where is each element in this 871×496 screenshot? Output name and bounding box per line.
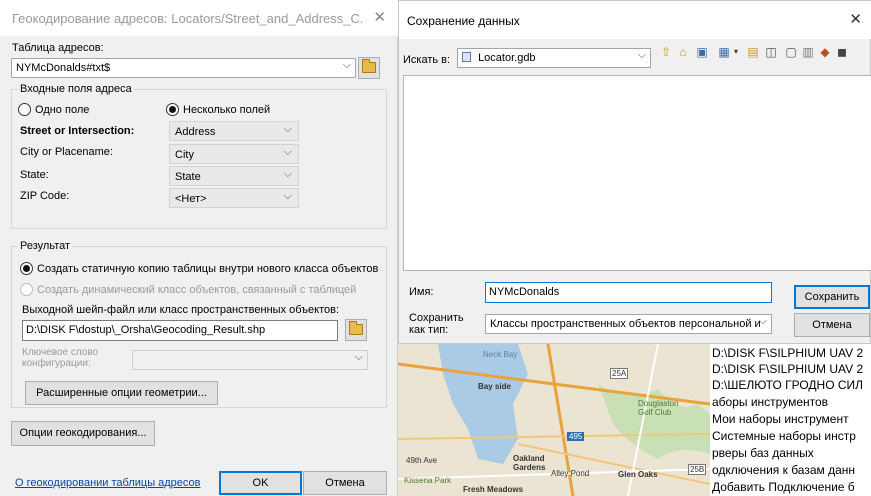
name-label: Имя: bbox=[409, 286, 434, 298]
map-label: Glen Oaks bbox=[618, 470, 658, 479]
chevron-down-icon: ⌵ bbox=[354, 351, 363, 363]
output-label: Выходной шейп-файл или класс пространств… bbox=[22, 304, 340, 316]
catalog-item[interactable]: аборы инструментов bbox=[712, 395, 828, 409]
save-button[interactable]: Сохранить bbox=[794, 285, 870, 309]
chevron-down-icon: ⌵ bbox=[283, 168, 292, 180]
map-label: Oakland Gardens bbox=[513, 454, 546, 472]
look-in-label: Искать в: bbox=[403, 54, 451, 66]
save-as-type-label: Сохранить как тип: bbox=[409, 312, 464, 336]
options-icon[interactable]: ◆ bbox=[818, 45, 832, 59]
route-shield-icon: 495 bbox=[567, 432, 585, 441]
up-folder-icon[interactable]: ⇧ bbox=[659, 45, 673, 59]
save-dialog-title: Сохранение данных bbox=[407, 14, 520, 28]
single-field-label: Одно поле bbox=[35, 104, 90, 116]
chevron-down-icon: ⌵ bbox=[342, 59, 351, 71]
connect-folder-icon[interactable]: ▣ bbox=[695, 45, 709, 59]
chevron-down-icon: ⌵ bbox=[283, 146, 292, 158]
map-label: Kissena Park bbox=[404, 476, 452, 485]
advanced-geometry-button[interactable]: Расширенные опции геометрии... bbox=[25, 381, 218, 405]
about-geocoding-link[interactable]: О геокодировании таблицы адресов bbox=[15, 477, 201, 489]
map-label: Douglaston Golf Club bbox=[638, 399, 679, 417]
map-label: Bay side bbox=[478, 382, 511, 391]
catalog-item[interactable]: D:\ШЕЛЮТО ГРОДНО СИЛ bbox=[712, 378, 863, 392]
static-copy-radio[interactable] bbox=[20, 262, 33, 275]
properties-icon[interactable]: ◼ bbox=[835, 45, 849, 59]
config-keyword-label: Ключевое слово конфигурации: bbox=[22, 347, 99, 369]
dynamic-class-label: Создать динамический класс объектов, свя… bbox=[37, 284, 357, 296]
save-as-type-value: Классы пространственных объектов персона… bbox=[490, 318, 761, 330]
geocode-dialog: Геокодирование адресов: Locators/Street_… bbox=[0, 0, 398, 496]
catalog-item[interactable]: Добавить Подключение б bbox=[712, 480, 855, 494]
city-field-select[interactable]: City ⌵ bbox=[169, 144, 299, 164]
name-input[interactable]: NYMcDonalds bbox=[485, 282, 772, 303]
catalog-item[interactable]: рверы баз данных bbox=[712, 446, 814, 460]
config-keyword-select[interactable]: ⌵ bbox=[132, 350, 368, 370]
save-cancel-button[interactable]: Отмена bbox=[794, 313, 870, 337]
static-copy-label: Создать статичную копию таблицы внутри н… bbox=[37, 263, 379, 275]
city-label: City or Placename: bbox=[20, 146, 113, 158]
chevron-down-icon: ⌵ bbox=[637, 49, 646, 61]
route-shield-icon: 25B bbox=[688, 464, 707, 475]
catalog-item[interactable]: одключения к базам данн bbox=[712, 463, 855, 477]
single-field-radio[interactable] bbox=[18, 103, 31, 116]
save-title-bar: Сохранение данных ✕ bbox=[399, 1, 871, 39]
close-icon[interactable]: ✕ bbox=[373, 8, 386, 26]
delete-icon[interactable]: ▥ bbox=[801, 45, 815, 59]
look-in-value: Locator.gdb bbox=[478, 52, 536, 64]
multiple-fields-label: Несколько полей bbox=[183, 104, 271, 116]
city-field-value: City bbox=[175, 149, 194, 161]
catalog-icon[interactable]: ◫ bbox=[764, 45, 778, 59]
dynamic-class-radio[interactable] bbox=[20, 283, 33, 296]
geocode-title-bar: Геокодирование адресов: Locators/Street_… bbox=[0, 0, 398, 36]
catalog-item[interactable]: D:\DISK F\SILPHIUM UAV 2 bbox=[712, 362, 863, 376]
file-list[interactable] bbox=[403, 75, 871, 271]
new-folder-icon[interactable]: ▤ bbox=[746, 45, 760, 59]
zip-field-value: <Нет> bbox=[175, 193, 207, 205]
ok-button[interactable]: OK bbox=[219, 471, 302, 495]
address-table-label: Таблица адресов: bbox=[12, 42, 104, 54]
browse-output-button[interactable] bbox=[345, 319, 367, 341]
save-data-dialog: Сохранение данных ✕ Искать в: Locator.gd… bbox=[398, 0, 871, 344]
save-as-type-select[interactable]: Классы пространственных объектов персона… bbox=[485, 314, 772, 334]
catalog-item[interactable]: Системные наборы инстр bbox=[712, 429, 856, 443]
street-field-value: Address bbox=[175, 126, 216, 138]
street-label: Street or Intersection: bbox=[20, 125, 135, 137]
folder-open-icon bbox=[349, 321, 363, 335]
chevron-down-icon: ⌵ bbox=[283, 190, 292, 202]
close-icon[interactable]: ✕ bbox=[849, 10, 862, 28]
chevron-down-icon: ⌵ bbox=[758, 315, 767, 327]
catalog-item[interactable]: D:\DISK F\SILPHIUM UAV 2 bbox=[712, 346, 863, 360]
map-label: Fresh Meadows bbox=[463, 485, 524, 494]
zip-field-select[interactable]: <Нет> ⌵ bbox=[169, 188, 299, 208]
cancel-button[interactable]: Отмена bbox=[303, 471, 387, 495]
home-icon[interactable]: ⌂ bbox=[676, 45, 690, 59]
street-field-select[interactable]: Address ⌵ bbox=[169, 121, 299, 141]
copy-icon[interactable]: ▢ bbox=[784, 45, 798, 59]
result-group-label: Результат bbox=[18, 240, 73, 252]
look-in-select[interactable]: Locator.gdb ⌵ bbox=[457, 48, 651, 68]
database-icon bbox=[462, 52, 471, 62]
folder-open-icon bbox=[362, 59, 376, 73]
map-label: 49th Ave bbox=[406, 456, 437, 465]
catalog-item[interactable]: Мои наборы инструмент bbox=[712, 412, 849, 426]
geocoding-options-button[interactable]: Опции геокодирования... bbox=[11, 421, 155, 446]
multiple-fields-radio[interactable] bbox=[166, 103, 179, 116]
input-fields-group-label: Входные поля адреса bbox=[18, 83, 134, 95]
catalog-tree: D:\DISK F\SILPHIUM UAV 2 D:\DISK F\SILPH… bbox=[710, 344, 871, 496]
address-table-select[interactable]: NYMcDonalds#txt$ ⌵ bbox=[11, 58, 356, 78]
state-label: State: bbox=[20, 169, 49, 181]
map-label: Neck Bay bbox=[483, 350, 518, 359]
geocode-dialog-title: Геокодирование адресов: Locators/Street_… bbox=[12, 11, 362, 26]
map-label: Alley Pond bbox=[551, 469, 590, 478]
address-table-value: NYMcDonalds#txt$ bbox=[16, 62, 111, 74]
zip-label: ZIP Code: bbox=[20, 190, 70, 202]
state-field-value: State bbox=[175, 171, 201, 183]
output-path-input[interactable]: D:\DISK F\dostup\_Orsha\Geocoding_Result… bbox=[22, 320, 338, 341]
map-view[interactable]: Neck Bay Bay side Oakland Gardens Glen O… bbox=[398, 344, 710, 496]
chevron-down-icon: ⌵ bbox=[283, 123, 292, 135]
browse-table-button[interactable] bbox=[358, 57, 380, 79]
chevron-down-icon[interactable]: ▾ bbox=[729, 45, 743, 59]
state-field-select[interactable]: State ⌵ bbox=[169, 166, 299, 186]
route-shield-icon: 25A bbox=[610, 368, 629, 379]
